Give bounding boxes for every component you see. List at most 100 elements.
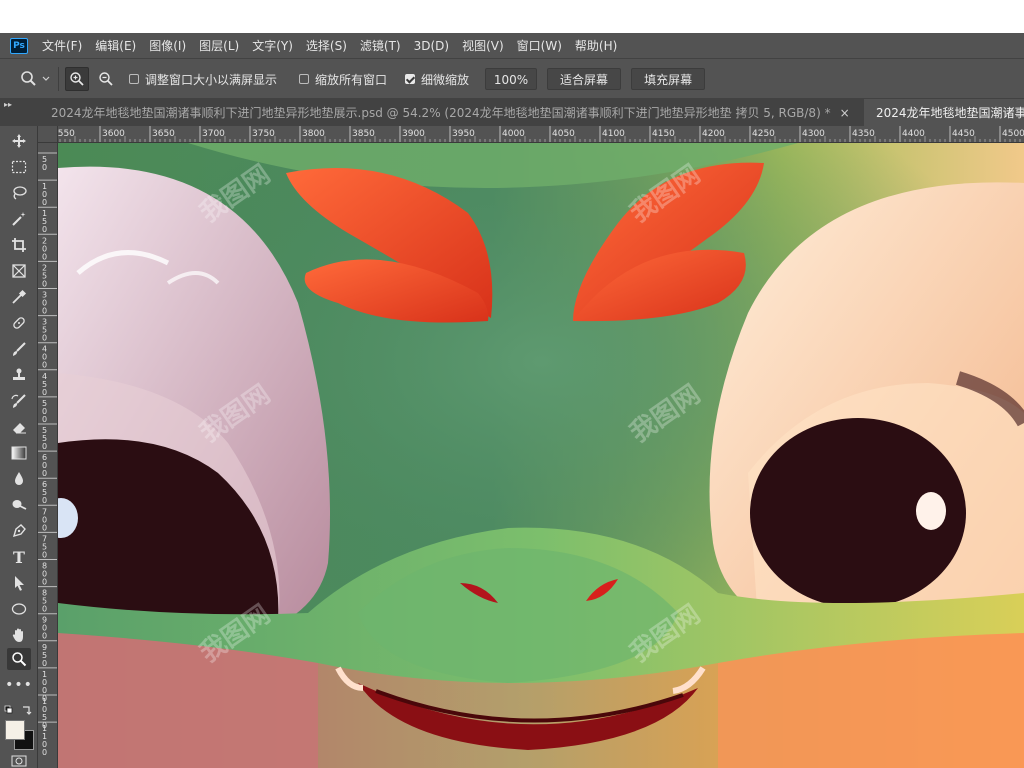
type-tool-icon[interactable]: T [7,546,31,568]
document-tab-active[interactable]: 2024龙年地毯地垫国潮诸事 [864,99,1024,126]
ruler-label: 0 [42,225,47,234]
move-tool-icon[interactable] [7,130,31,152]
ruler-label: 0 [42,388,47,397]
hand-tool-icon[interactable] [7,624,31,646]
gradient-tool-icon[interactable] [7,442,31,464]
ruler-label: 4500 [1002,129,1024,139]
foreground-color-swatch[interactable] [5,720,25,740]
ruler-label: 4400 [902,129,925,139]
dodge-tool-icon[interactable] [7,494,31,516]
zoom-in-icon[interactable] [65,67,89,91]
ruler-label: 0 [42,307,47,316]
menu-image[interactable]: 图像(I) [149,37,186,54]
menu-type[interactable]: 文字(Y) [252,37,293,54]
fit-screen-button[interactable]: 适合屏幕 [547,68,622,90]
options-bar: 调整窗口大小以满屏显示 缩放所有窗口 细微缩放 100% 适合屏幕 填充屏幕 [0,58,1024,99]
lasso-tool-icon[interactable] [7,182,31,204]
ruler-label: 0 [42,361,47,370]
crop-tool-icon[interactable] [7,234,31,256]
menu-select[interactable]: 选择(S) [306,37,347,54]
menu-help[interactable]: 帮助(H) [575,37,617,54]
scrubby-zoom-label: 细微缩放 [421,72,470,87]
vertical-ruler[interactable]: 5010015020025030035040045050055060065070… [38,143,58,768]
ruler-label: 3700 [202,129,225,139]
ruler-label: 0 [42,469,47,478]
history-brush-tool-icon[interactable] [7,390,31,412]
more-tools-icon[interactable]: ••• [5,674,32,696]
marquee-tool-icon[interactable] [7,156,31,178]
close-tab-icon[interactable]: × [840,106,850,120]
path-selection-tool-icon[interactable] [7,572,31,594]
zoom-all-windows-checkbox[interactable] [299,74,310,84]
ruler-label: 0 [42,748,47,757]
ruler-label: 0 [42,442,47,451]
horizontal-ruler[interactable]: 3550 3600 3650 3700 3750 3800 3850 3900 3950 4000… [58,126,1024,143]
zoom-100-button[interactable]: 100% [485,68,538,90]
document-tab-bar: ▸▸ 2024龙年地毯地垫国潮诸事顺利下进门地垫异形地垫展示.psd @ 54.… [0,98,1024,126]
ruler-label: 0 [42,523,47,532]
photoshop-logo: Ps [10,37,28,54]
ruler-label: 0 [42,252,47,261]
menu-window[interactable]: 窗口(W) [517,37,562,54]
ruler-label: 3750 [252,129,275,139]
ruler-label: 0 [42,163,47,172]
zoom-out-icon[interactable] [95,68,117,90]
healing-brush-tool-icon[interactable] [7,312,31,334]
ruler-label: 4050 [552,129,575,139]
ruler-label: 0 [42,415,47,424]
menu-view[interactable]: 视图(V) [462,37,504,54]
fill-screen-button[interactable]: 填充屏幕 [631,68,706,90]
scrubby-zoom-checkbox[interactable] [405,74,416,84]
menu-layer[interactable]: 图层(L) [199,37,239,54]
zoom-tool-preset-icon[interactable] [18,68,40,90]
ruler-label: 4350 [852,129,875,139]
frame-tool-icon[interactable] [7,260,31,282]
ruler-label: 3550 [58,129,75,139]
ruler-label: 0 [42,496,47,505]
ellipse-tool-icon[interactable] [7,598,31,620]
blur-tool-icon[interactable] [7,468,31,490]
menu-3d[interactable]: 3D(D) [414,39,449,53]
clone-stamp-tool-icon[interactable] [7,364,31,386]
magic-wand-tool-icon[interactable] [7,208,31,230]
menu-bar: Ps 文件(F) 编辑(E) 图像(I) 图层(L) 文字(Y) 选择(S) 滤… [0,33,1024,58]
eraser-tool-icon[interactable] [7,416,31,438]
ruler-label: 3800 [302,129,325,139]
menu-filter[interactable]: 滤镜(T) [360,37,401,54]
pen-tool-icon[interactable] [7,520,31,542]
preset-dropdown-chevron-icon[interactable] [40,68,52,90]
tools-panel: T ••• [0,126,38,768]
resize-windows-label: 调整窗口大小以满屏显示 [145,72,278,87]
brush-tool-icon[interactable] [7,338,31,360]
ruler-label: 0 [42,334,47,343]
ruler-label: 4000 [502,129,525,139]
zoom-all-windows-label: 缩放所有窗口 [315,72,388,87]
resize-windows-checkbox[interactable] [129,74,139,84]
ruler-label: 4250 [752,129,775,139]
menu-edit[interactable]: 编辑(E) [95,37,136,54]
ruler-label: 3850 [352,129,375,139]
menu-file[interactable]: 文件(F) [42,37,82,54]
ruler-label: 3950 [452,129,475,139]
document-tab[interactable]: 2024龙年地毯地垫国潮诸事顺利下进门地垫异形地垫展示.psd @ 54.2% … [40,99,864,126]
swap-colors-icon[interactable] [3,700,35,722]
ruler-label: 3600 [102,129,125,139]
tab-title: 2024龙年地毯地垫国潮诸事 [876,106,1024,120]
eyedropper-tool-icon[interactable] [7,286,31,308]
ruler-label: 4100 [602,129,625,139]
tab-title: 2024龙年地毯地垫国潮诸事顺利下进门地垫异形地垫展示.psd @ 54.2% … [51,106,831,120]
quick-mask-icon[interactable] [7,754,31,768]
ruler-label: 0 [42,605,47,614]
ruler-label: 0 [42,550,47,559]
ruler-label: 0 [42,279,47,288]
ruler-label: 0 [42,659,47,668]
ruler-origin[interactable] [38,126,58,143]
ruler-label: 0 [42,578,47,587]
ruler-label: 3650 [152,129,175,139]
ruler-label: 0 [42,632,47,641]
collapse-panel-icon[interactable]: ▸▸ [4,100,12,109]
zoom-tool-icon[interactable] [7,648,31,670]
document-canvas[interactable]: 我图网 我图网 我图网 我图网 我图网 我图网 [58,143,1024,768]
ruler-label: 4450 [952,129,975,139]
ruler-label: 3900 [402,129,425,139]
